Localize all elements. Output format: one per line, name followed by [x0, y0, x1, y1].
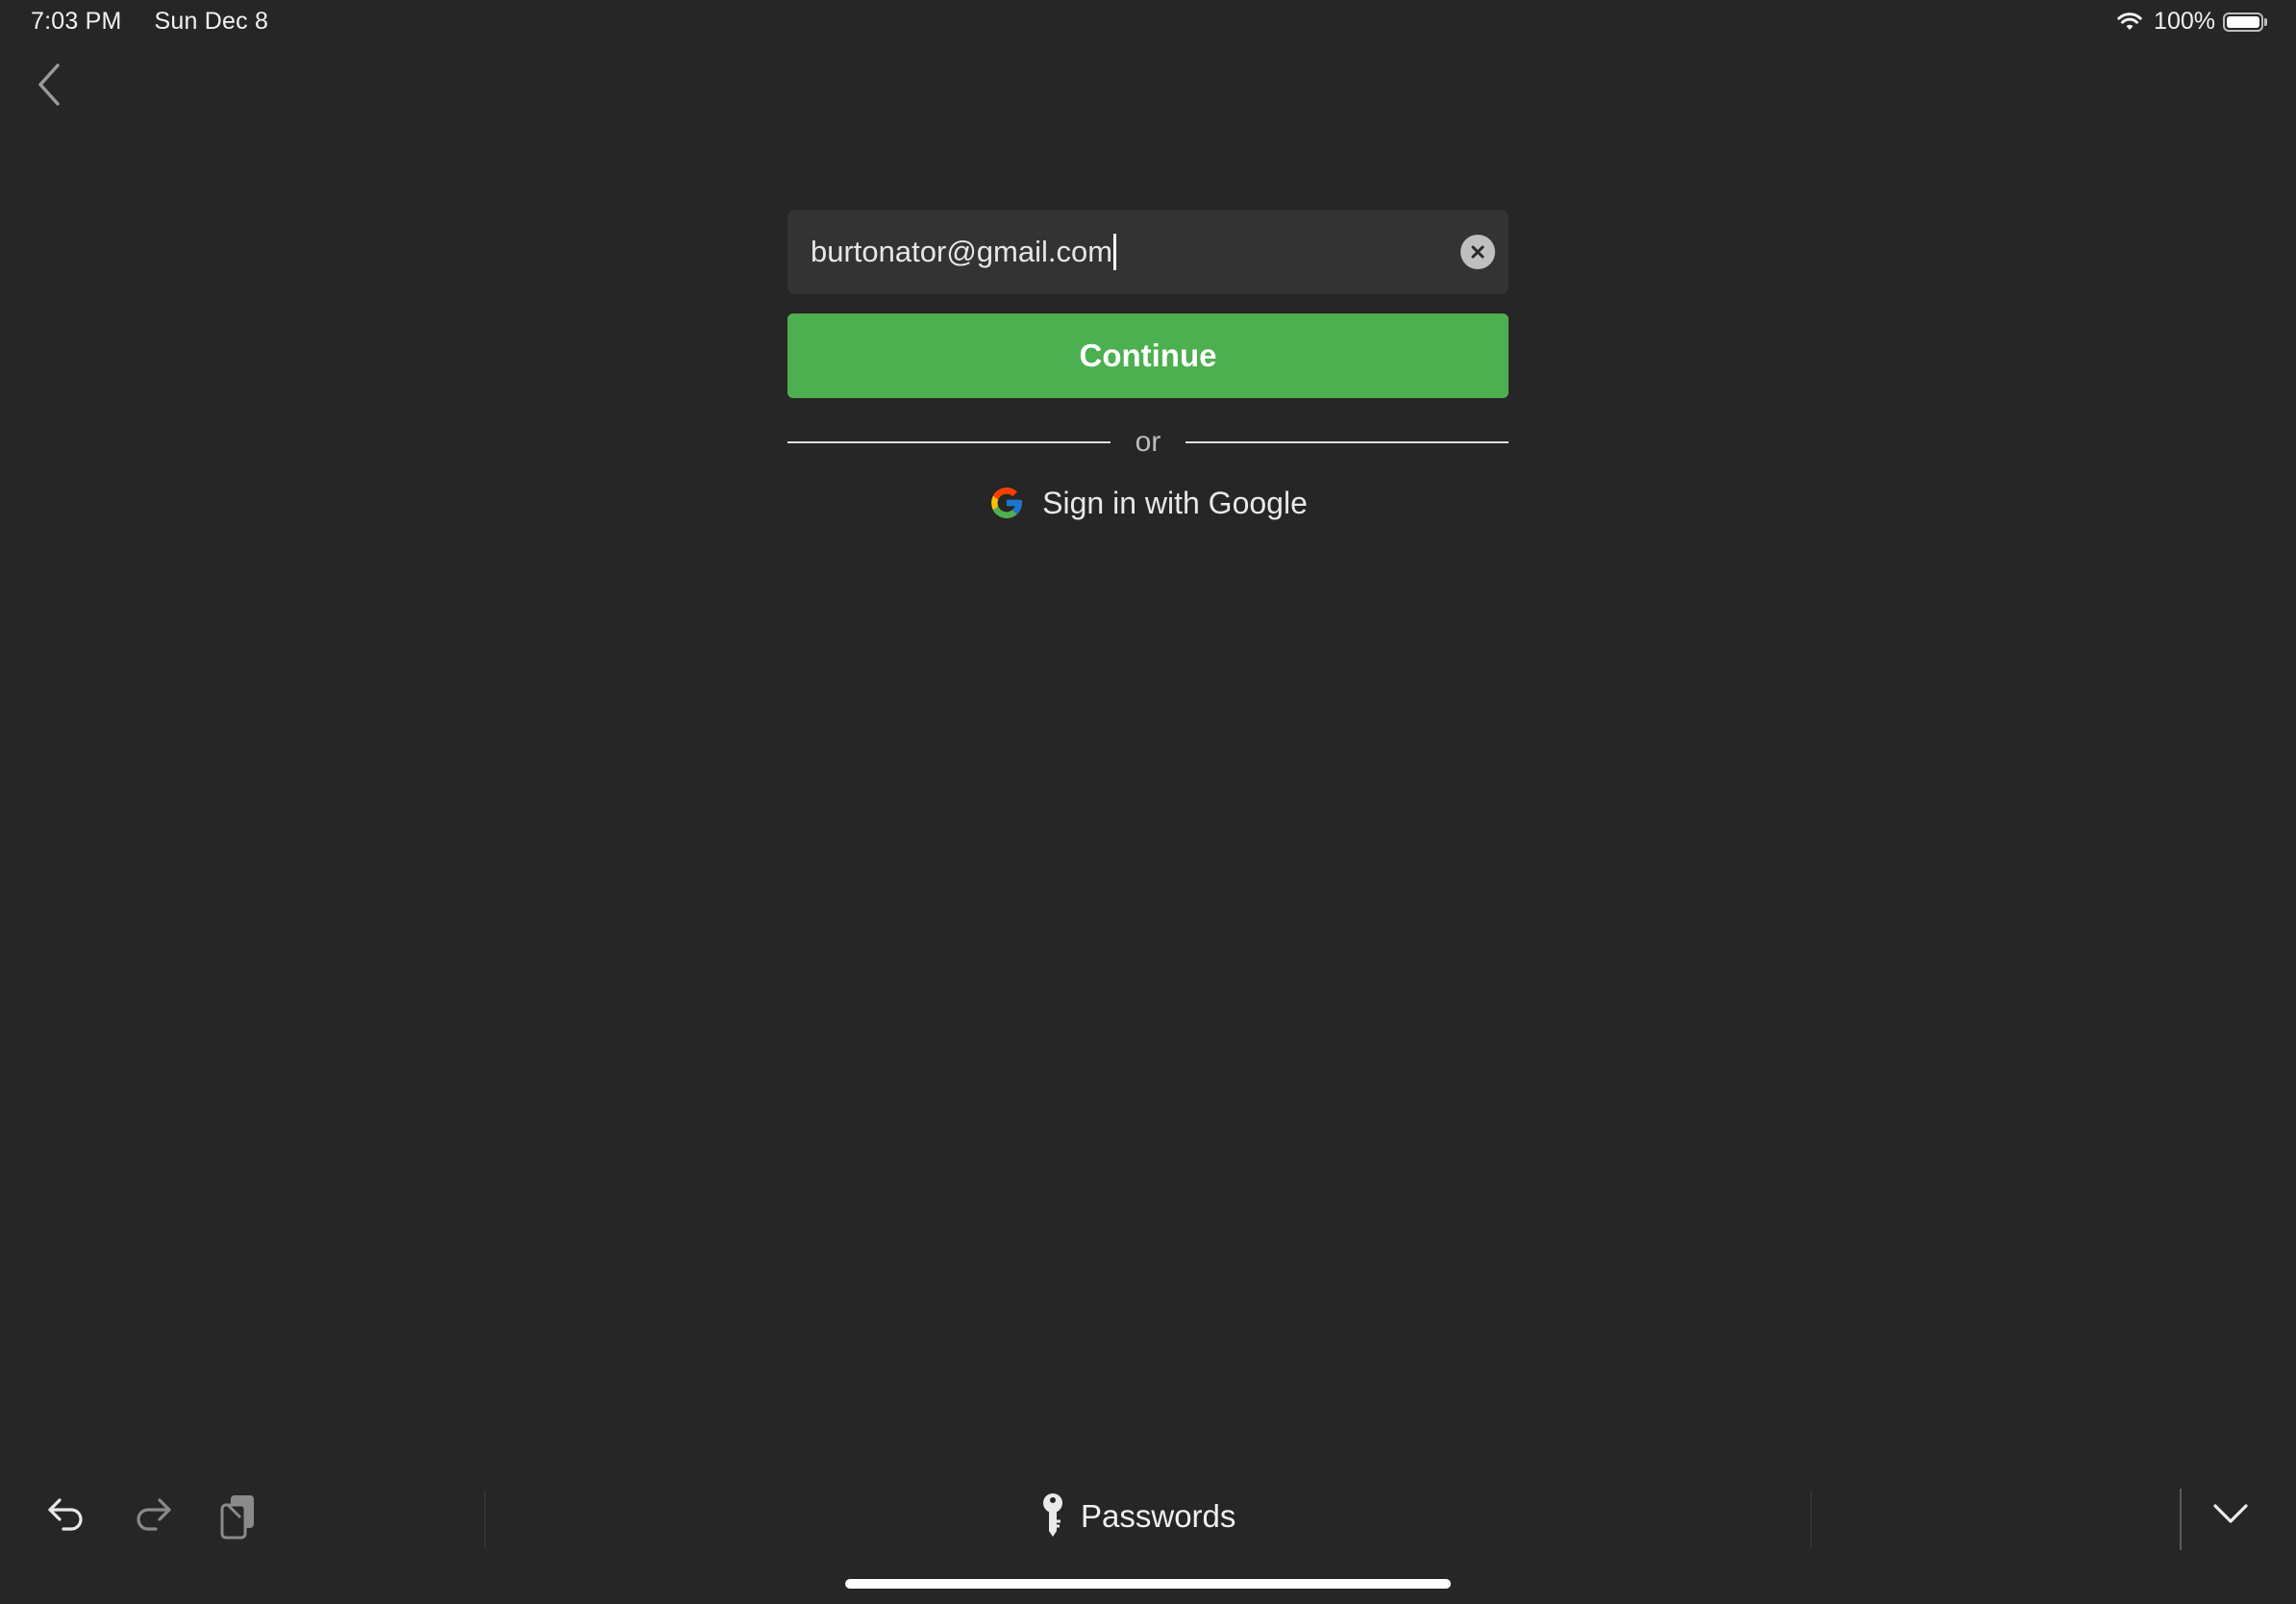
status-time: 7:03 PM — [31, 8, 122, 35]
email-input[interactable]: burtonator@gmail.com — [811, 234, 1460, 270]
battery-fill — [2227, 15, 2259, 28]
keyboard-toolbar: Passwords — [0, 1471, 2296, 1564]
google-sign-in-label: Sign in with Google — [1042, 485, 1308, 520]
or-divider: or — [787, 423, 1509, 462]
status-bar-left: 7:03 PM Sun Dec 8 — [31, 8, 268, 36]
email-field[interactable]: burtonator@gmail.com — [787, 210, 1509, 294]
sign-in-form: burtonator@gmail.com Continue or Sign in… — [787, 210, 1509, 527]
chevron-left-icon — [38, 63, 60, 106]
home-indicator[interactable] — [845, 1579, 1451, 1589]
clear-x-icon — [1471, 245, 1485, 259]
divider-line-left — [787, 441, 1111, 443]
text-caret — [1113, 234, 1117, 270]
back-button[interactable] — [35, 60, 67, 110]
passwords-button[interactable]: Passwords — [1038, 1492, 1235, 1541]
redo-icon — [137, 1498, 171, 1531]
or-label: or — [1135, 426, 1161, 458]
divider-line-right — [1185, 441, 1509, 443]
google-sign-in-button[interactable]: Sign in with Google — [787, 479, 1509, 527]
clear-input-button[interactable] — [1460, 235, 1495, 269]
undo-button[interactable] — [44, 1491, 88, 1540]
paste-button[interactable] — [217, 1492, 262, 1545]
toolbar-divider — [2180, 1489, 2182, 1550]
continue-button[interactable]: Continue — [787, 313, 1509, 398]
battery-icon — [2223, 12, 2267, 32]
toolbar-divider — [1810, 1491, 1811, 1548]
google-g-icon — [988, 485, 1025, 521]
battery-percent: 100% — [2154, 8, 2215, 35]
email-value: burtonator@gmail.com — [811, 235, 1113, 268]
passwords-label: Passwords — [1081, 1498, 1236, 1534]
toolbar-divider — [485, 1491, 486, 1548]
wifi-icon — [2117, 12, 2142, 32]
redo-button[interactable] — [131, 1491, 175, 1540]
dismiss-keyboard-button[interactable] — [2211, 1498, 2250, 1534]
key-icon — [1038, 1492, 1067, 1541]
clipboard-icon — [220, 1495, 254, 1540]
status-date: Sun Dec 8 — [154, 8, 269, 35]
undo-icon — [48, 1498, 83, 1531]
chevron-down-icon — [2213, 1504, 2248, 1523]
status-bar-right: 100% — [2117, 8, 2267, 36]
